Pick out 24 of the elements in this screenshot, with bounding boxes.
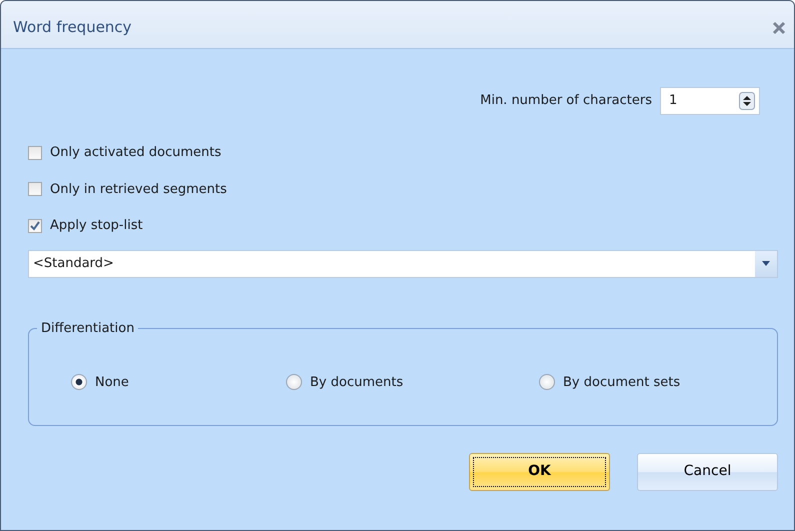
radio-button[interactable] — [71, 374, 87, 390]
dropdown-value: <Standard> — [32, 254, 114, 273]
checkbox-label: Only activated documents — [50, 144, 222, 162]
radio-label: By document sets — [563, 374, 680, 392]
spin-arrows-icon[interactable] — [739, 92, 755, 110]
min-characters-spinner[interactable]: 1 — [660, 87, 760, 115]
cancel-button[interactable]: Cancel — [637, 452, 778, 490]
radio-label: By documents — [310, 374, 404, 392]
checkbox[interactable] — [28, 218, 42, 233]
spinner-value: 1 — [669, 92, 678, 110]
checkmark-icon — [30, 220, 40, 231]
checkbox-label: Only in retrieved segments — [50, 180, 227, 198]
close-icon[interactable] — [772, 20, 786, 34]
checkbox-label: Apply stop-list — [50, 217, 143, 235]
checkbox[interactable] — [28, 182, 42, 196]
ok-button[interactable]: OK — [469, 452, 610, 490]
dropdown-arrow-icon[interactable] — [762, 261, 770, 266]
radio-button[interactable] — [286, 374, 302, 390]
checkbox[interactable] — [28, 146, 42, 160]
radio-button[interactable] — [539, 374, 555, 390]
stop-list-dropdown[interactable]: <Standard> — [28, 250, 778, 278]
radio-label: None — [95, 374, 129, 392]
window-title: Word frequency — [13, 17, 132, 38]
min-characters-label: Min. number of characters — [480, 92, 652, 110]
